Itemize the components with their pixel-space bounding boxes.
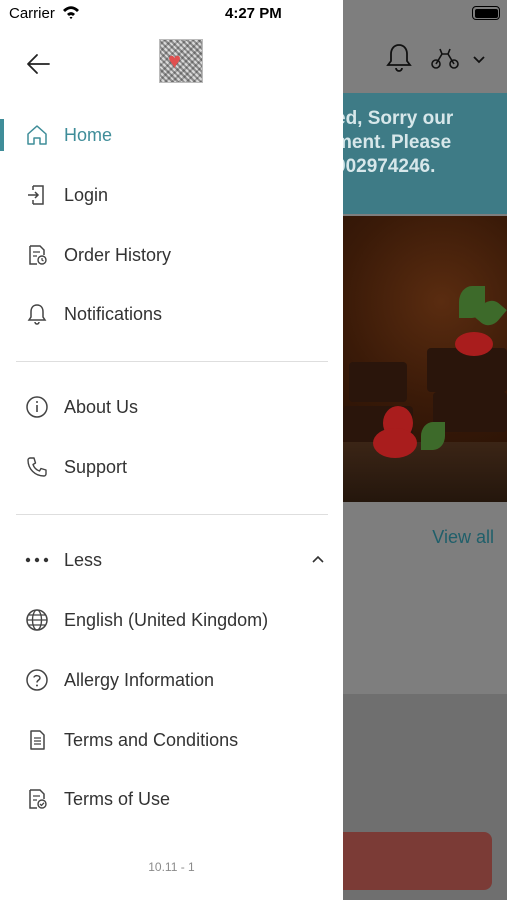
chevron-down-icon — [472, 52, 486, 70]
document-check-icon — [24, 786, 50, 812]
menu-item-label: Notifications — [64, 303, 163, 324]
menu-item-label: About Us — [64, 396, 139, 417]
banner-line: ment. Please — [343, 132, 452, 153]
question-icon — [24, 667, 50, 693]
globe-icon — [24, 607, 50, 633]
arrow-left-icon — [27, 54, 50, 74]
bell-icon — [385, 42, 413, 79]
menu-item-allergy-information[interactable]: Allergy Information — [0, 653, 343, 707]
banner-line: ed, Sorry our — [343, 108, 454, 129]
menu-item-about-us[interactable]: About Us — [0, 380, 343, 434]
carrier-label: Carrier — [9, 5, 55, 22]
bell-icon — [24, 301, 50, 327]
more-toggle-label: Less — [64, 549, 103, 570]
menu-item-language[interactable]: English (United Kingdom) — [0, 593, 343, 647]
menu-item-label: Order History — [64, 244, 172, 265]
more-toggle[interactable]: Less — [0, 533, 343, 587]
scooter-icon — [430, 46, 460, 75]
menu-item-notifications[interactable]: Notifications — [0, 287, 343, 341]
hero-image — [343, 216, 507, 502]
heart-icon: ♥ — [168, 48, 182, 73]
menu-item-order-history[interactable]: Order History — [0, 228, 343, 282]
menu-item-label: Support — [64, 456, 128, 477]
restaurant-logo: ♥ — [159, 39, 203, 83]
divider — [16, 514, 328, 515]
back-button[interactable] — [22, 50, 56, 78]
ellipsis-icon — [24, 547, 50, 573]
menu-item-label: Login — [64, 184, 109, 205]
phone-icon — [24, 454, 50, 480]
notice-banner: ed, Sorry our ment. Please 902974246. — [343, 93, 507, 214]
chevron-up-icon — [311, 551, 325, 569]
view-all-link: View all — [432, 527, 494, 547]
menu-item-label: Terms of Use — [64, 788, 171, 809]
order-history-icon — [24, 242, 50, 268]
document-icon — [24, 727, 50, 753]
navigation-drawer: ♥ Home Login Order History Notifications — [0, 0, 343, 900]
app-version: 10.11 - 1 — [148, 860, 195, 874]
menu-item-home[interactable]: Home — [0, 108, 343, 162]
info-icon — [24, 394, 50, 420]
menu-item-login[interactable]: Login — [0, 168, 343, 222]
menu-item-label: Allergy Information — [64, 669, 215, 690]
wifi-icon — [62, 5, 80, 23]
login-icon — [24, 182, 50, 208]
menu-item-terms-and-conditions[interactable]: Terms and Conditions — [0, 713, 343, 767]
battery-icon — [472, 6, 500, 20]
divider — [16, 361, 328, 362]
clock: 4:27 PM — [225, 5, 282, 22]
home-icon — [24, 122, 50, 148]
menu-item-terms-of-use[interactable]: Terms of Use — [0, 772, 343, 826]
menu-item-support[interactable]: Support — [0, 440, 343, 494]
drawer-header: ♥ — [0, 30, 343, 100]
status-bar: Carrier 4:27 PM — [0, 0, 507, 30]
background-bottom-button — [343, 832, 492, 890]
menu-item-label: Terms and Conditions — [64, 729, 239, 750]
menu-item-label: Home — [64, 124, 113, 145]
menu-item-label: English (United Kingdom) — [64, 609, 269, 630]
banner-line: 902974246. — [343, 156, 436, 177]
